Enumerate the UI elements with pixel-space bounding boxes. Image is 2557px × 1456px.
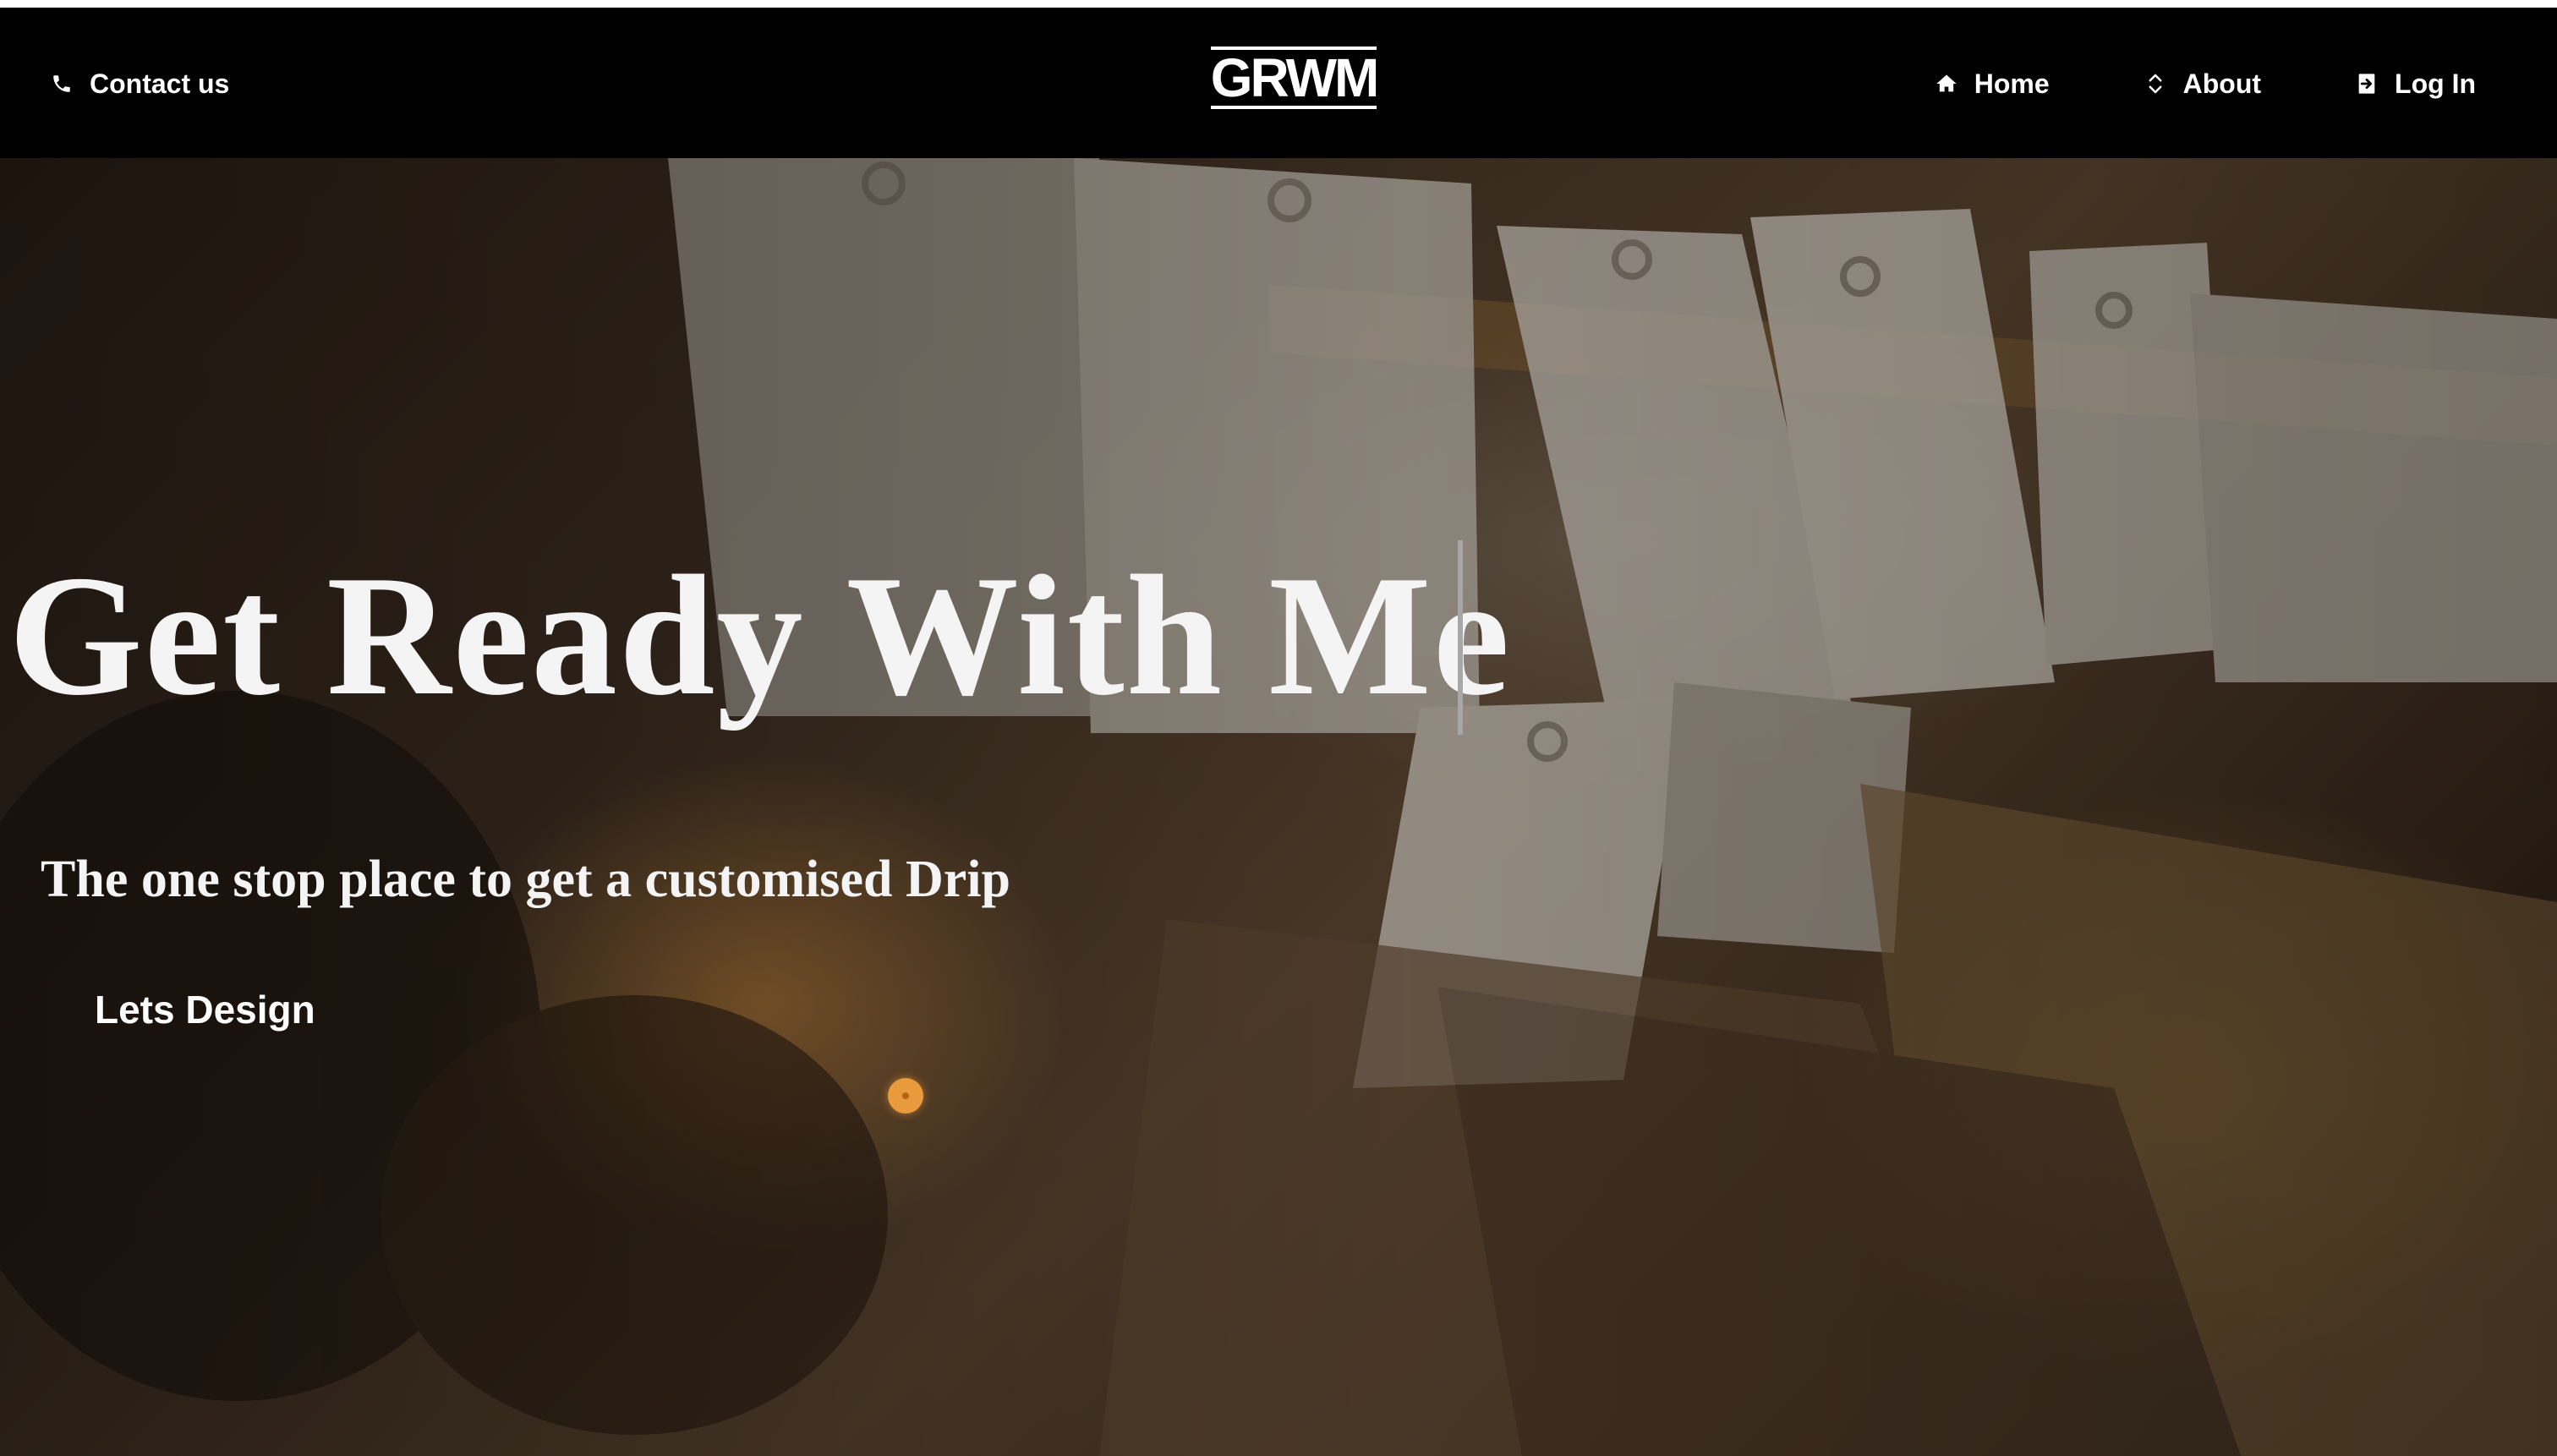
hero-title: Get Ready With Me xyxy=(8,540,1512,731)
nav-home-label: Home xyxy=(1974,68,2050,99)
hero-section: Get Ready With Me The one stop place to … xyxy=(0,158,2557,1456)
logo-bottom-rule xyxy=(1211,106,1377,109)
nav-login[interactable]: Log In xyxy=(2354,68,2476,100)
lets-design-button[interactable]: Lets Design xyxy=(95,987,315,1032)
hero-overlay xyxy=(0,158,2557,1456)
login-icon xyxy=(2354,71,2379,96)
typing-caret xyxy=(1458,540,1463,735)
logo[interactable]: GRWM xyxy=(1210,45,1380,111)
hero-subtitle: The one stop place to get a customised D… xyxy=(41,851,1010,908)
contact-label: Contact us xyxy=(90,68,230,99)
chevron-up-down-icon xyxy=(2143,71,2168,96)
top-edge-strip xyxy=(0,0,2557,8)
nav-home[interactable]: Home xyxy=(1934,68,2050,100)
nav-login-label: Log In xyxy=(2395,68,2476,99)
logo-text: GRWM xyxy=(1210,47,1380,108)
phone-icon xyxy=(49,71,74,96)
nav-about[interactable]: About xyxy=(2143,68,2261,100)
contact-link[interactable]: Contact us xyxy=(49,60,229,107)
home-icon xyxy=(1934,71,1959,96)
main-nav: Home About Log In xyxy=(1934,60,2476,107)
cursor-follower-dot xyxy=(888,1078,923,1114)
nav-about-label: About xyxy=(2182,68,2262,99)
navbar: Contact us GRWM Home About Log In xyxy=(0,8,2557,158)
